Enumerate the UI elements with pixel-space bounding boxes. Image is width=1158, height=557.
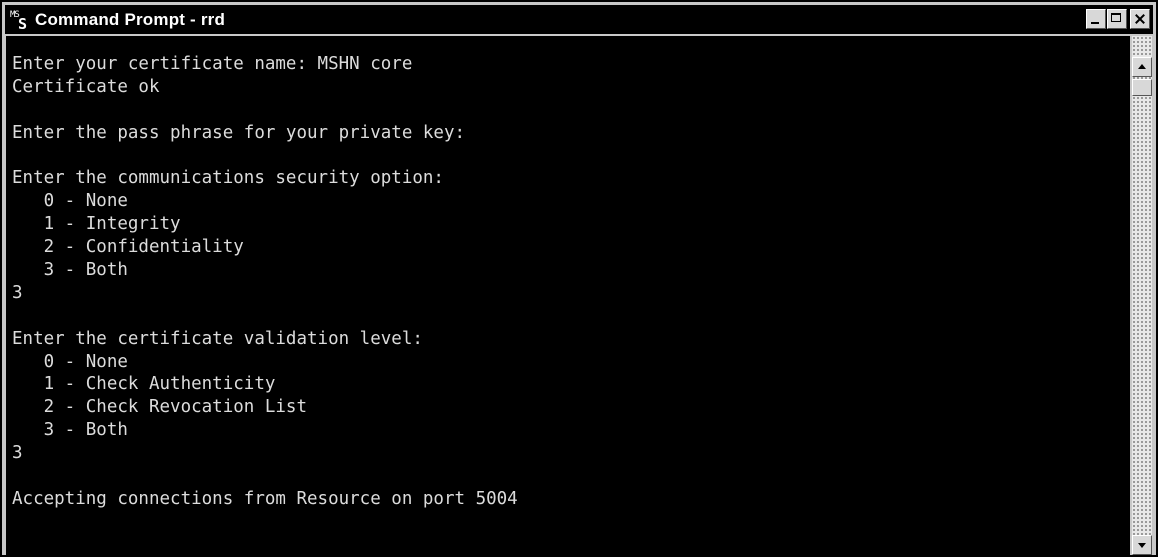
console-lines: Enter your certificate name: MSHN core Ce… [6,36,1130,511]
close-button[interactable] [1130,9,1150,29]
console-line: 3 - Both [12,420,128,441]
console-line: 1 - Integrity [12,214,181,235]
console-output[interactable]: Enter your certificate name: MSHN core Ce… [6,36,1130,555]
console-line: Accepting connections from Resource on p… [12,488,518,509]
minimize-button[interactable] [1086,9,1106,29]
console-line: Enter the communications security option… [12,168,444,189]
console-line: 1 - Check Authenticity [12,374,276,395]
console-line: 2 - Check Revocation List [12,397,308,418]
title-bar[interactable]: MS S Command Prompt - rrd [5,5,1153,34]
vertical-scrollbar[interactable] [1132,36,1152,555]
scroll-up-button[interactable] [1132,57,1152,77]
window-title: Command Prompt - rrd [35,9,226,29]
scroll-down-button[interactable] [1132,535,1152,555]
console-line: Enter the certificate validation level: [12,328,423,349]
console-line: 0 - None [12,351,128,372]
command-prompt-icon[interactable]: MS S [9,10,33,33]
console-line: 3 - Both [12,260,128,281]
app-icon-s-text: S [18,14,28,33]
scroll-thumb[interactable] [1132,79,1152,96]
console-line: 0 - None [12,191,128,212]
console-line: Enter the pass phrase for your private k… [12,122,466,143]
command-prompt-window: MS S Command Prompt - rrd Enter your cer… [0,0,1158,557]
console-line: 3 [12,282,23,303]
window-controls [1086,9,1150,29]
console-line: 2 - Confidentiality [12,237,244,258]
console-line: 3 [12,443,23,464]
console-line: Enter your certificate name: MSHN core [12,54,413,74]
console-line: Certificate ok [12,76,160,97]
maximize-button[interactable] [1107,9,1127,29]
